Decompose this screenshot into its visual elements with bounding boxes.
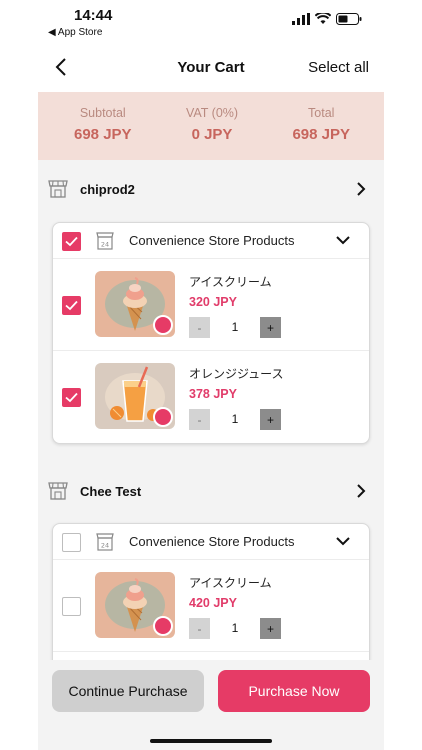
svg-text:24: 24 [101,241,109,249]
store-icon [48,180,68,198]
subtotal-label: Subtotal [79,106,126,120]
status-icons [292,13,362,25]
vat: VAT (0%) 0 JPY [186,92,238,160]
decrease-button[interactable]: - [189,618,210,639]
sakura-badge-icon [153,315,173,335]
item-price: 378 JPY [189,387,237,401]
store-icon [48,482,68,500]
chevron-right-icon [357,484,366,498]
increase-button[interactable]: + [260,409,281,430]
category-checkbox[interactable] [62,533,81,552]
continue-purchase-button[interactable]: Continue Purchase [52,670,204,712]
price-summary: Subtotal 698 JPY VAT (0%) 0 JPY Total 69… [38,92,384,160]
subtotal: Subtotal 698 JPY [74,92,132,160]
quantity-value[interactable]: 1 [210,317,260,338]
decrease-button[interactable]: - [189,409,210,430]
category-header[interactable]: 24 Convenience Store Products [53,223,369,259]
sakura-badge-icon [153,407,173,427]
check-icon [65,392,78,403]
check-icon [65,300,78,311]
cart-item: アイスクリーム 420 JPY - 1 + [53,560,369,652]
subtotal-value: 698 JPY [74,126,132,143]
quantity-value[interactable]: 1 [210,618,260,639]
select-all-button[interactable]: Select all [308,59,369,76]
ice-cream-image [95,572,175,638]
store-row-chee-test[interactable]: Chee Test [38,462,384,522]
total: Total 698 JPY [292,92,350,160]
sakura-badge-icon [153,616,173,636]
bottom-action-bar: Continue Purchase Purchase Now [38,660,384,750]
chevron-right-icon [357,182,366,196]
quantity-value[interactable]: 1 [210,409,260,430]
item-checkbox[interactable] [62,388,81,407]
nav-bar: Your Cart Select all [0,48,422,88]
category-label: Convenience Store Products [129,534,295,549]
total-value: 698 JPY [292,126,350,143]
quantity-stepper: - 1 + [189,317,281,338]
item-checkbox[interactable] [62,296,81,315]
convenience-store-icon: 24 [96,533,114,551]
cart-item: アイスクリーム 320 JPY - 1 + [53,259,369,351]
quantity-stepper: - 1 + [189,618,281,639]
wifi-icon [315,13,331,24]
item-price: 420 JPY [189,596,237,610]
purchase-now-button[interactable]: Purchase Now [218,670,370,712]
increase-button[interactable]: + [260,317,281,338]
status-bar: 14:44 ◀ App Store [0,0,422,44]
total-label: Total [308,106,335,120]
store-card-chiprod2: 24 Convenience Store Products アイスクリーム 32… [52,222,370,444]
item-name: アイスクリーム [189,576,272,590]
cart-item: オレンジジュース 378 JPY - 1 + [53,351,369,443]
item-price: 320 JPY [189,295,237,309]
decrease-button[interactable]: - [189,317,210,338]
vat-value: 0 JPY [191,126,233,143]
item-name: オレンジジュース [189,367,284,381]
store-name: Chee Test [80,484,142,499]
orange-juice-image [95,363,175,429]
home-indicator [150,739,272,743]
chevron-down-icon[interactable] [335,235,351,245]
cart-content: Subtotal 698 JPY VAT (0%) 0 JPY Total 69… [38,92,384,750]
check-icon [65,236,78,247]
increase-button[interactable]: + [260,618,281,639]
status-time: 14:44 [74,7,113,24]
item-name: アイスクリーム [189,275,272,289]
store-name: chiprod2 [80,182,135,197]
store-row-chiprod2[interactable]: chiprod2 [38,160,384,220]
vat-label: VAT (0%) [185,106,239,120]
signal-icon [292,13,310,25]
chevron-down-icon[interactable] [335,536,351,546]
category-checkbox[interactable] [62,232,81,251]
battery-icon [336,13,362,25]
quantity-stepper: - 1 + [189,409,281,430]
convenience-store-icon: 24 [96,232,114,250]
item-checkbox[interactable] [62,597,81,616]
category-label: Convenience Store Products [129,233,295,248]
back-to-app-store[interactable]: ◀ App Store [48,27,102,38]
svg-text:24: 24 [101,542,109,550]
ice-cream-image [95,271,175,337]
category-header[interactable]: 24 Convenience Store Products [53,524,369,560]
